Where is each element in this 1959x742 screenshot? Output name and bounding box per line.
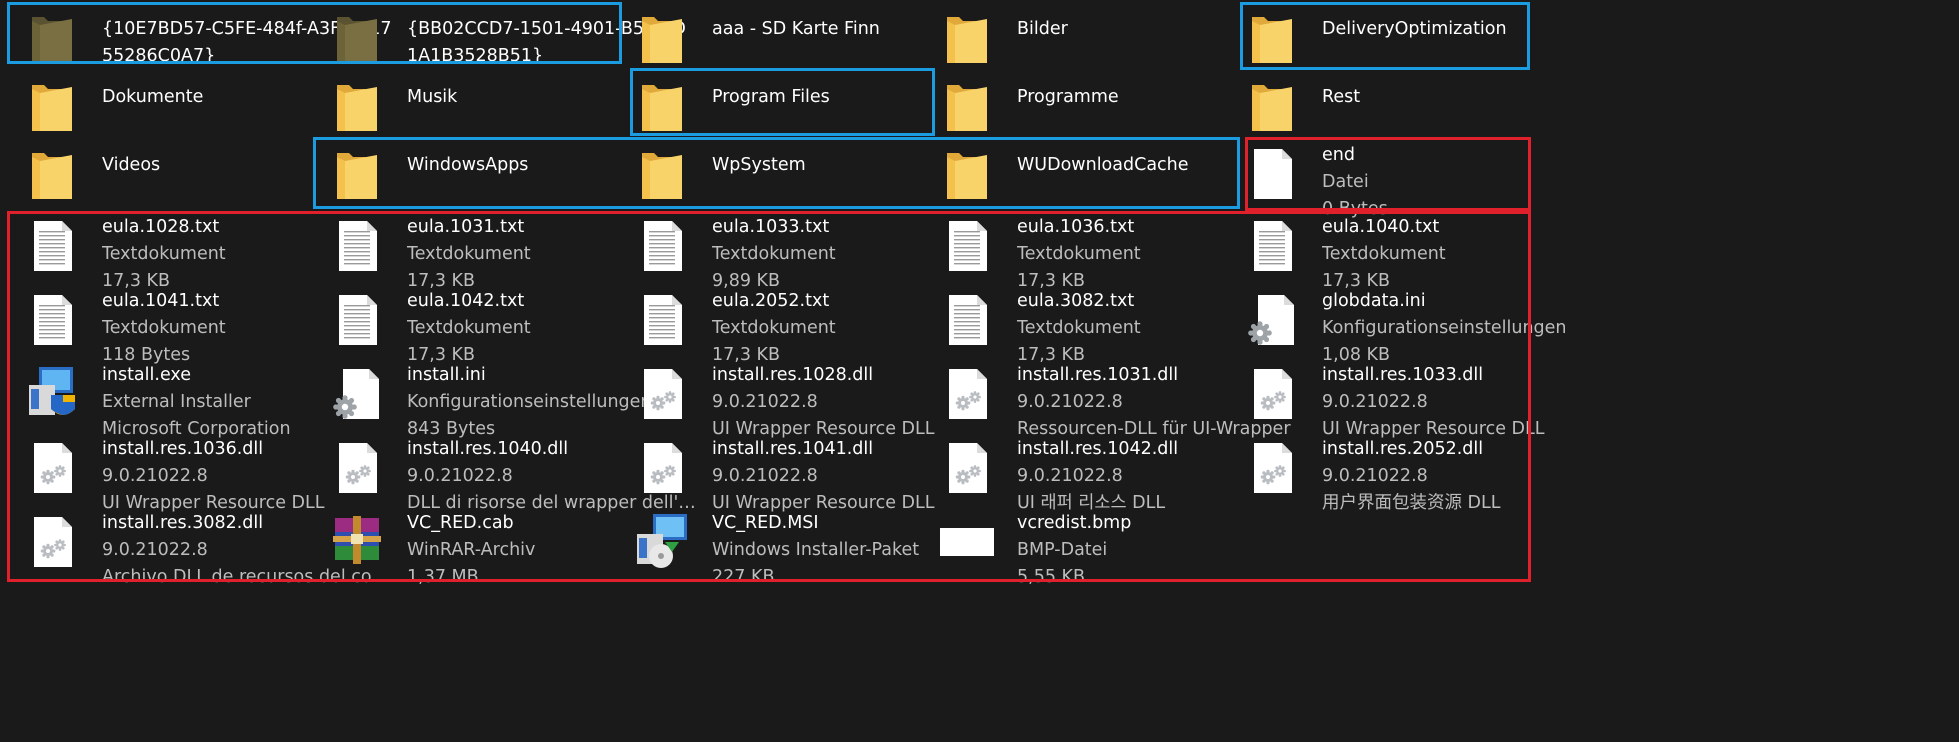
folder-item[interactable]: Rest [1240,74,1612,138]
item-details: Rest [1322,74,1612,111]
file-item[interactable]: install.res.1033.dll 9.0.21022.8 UI Wrappe… [1240,362,1612,443]
file-item[interactable]: end Datei 0 Bytes [1240,142,1612,223]
dll-file-icon [20,436,84,500]
dll-file-icon [935,436,999,500]
folder-plain-icon [325,142,389,206]
folder-plain-icon [1240,74,1304,138]
folder-plain-icon [935,142,999,206]
item-details: install.res.2052.dll 9.0.21022.8 用户界面包装资源 … [1322,436,1612,517]
item-name: eula.1040.txt [1322,217,1440,237]
text-file-icon [630,288,694,352]
folder-icon [1240,6,1304,70]
config-file-icon [325,362,389,426]
dll-file-icon [630,362,694,426]
installer-exe-icon [20,362,84,426]
item-details: vcredist.bmp BMP-Datei 5,55 KB [1017,510,1307,591]
folder-icon [630,142,694,206]
file-item[interactable]: globdata.ini Konfigurationseinstellungen 1… [1240,288,1612,369]
text-file-icon [325,288,389,352]
dll-file-icon [935,362,999,426]
folder-dark-icon [325,6,389,70]
folder-icon [630,6,694,70]
item-type: Konfigurationseinstellungen [1322,318,1567,338]
item-name: end [1322,145,1355,165]
file-item[interactable]: vcredist.bmp BMP-Datei 5,55 KB [935,510,1307,591]
text-file-icon [935,288,999,352]
folder-programs-icon [935,74,999,138]
folder-icon [935,6,999,70]
dll-file-icon [325,436,389,500]
config-file-icon [1240,288,1304,352]
item-type: 9.0.21022.8 [1322,466,1428,486]
blank-file-icon [1240,142,1304,206]
item-details: eula.1040.txt Textdokument 17,3 KB [1322,214,1612,295]
item-details: globdata.ini Konfigurationseinstellungen 1… [1322,288,1612,369]
winrar-archive-icon [325,510,389,574]
text-file-icon [1240,214,1304,278]
item-details: DeliveryOptimization [1322,6,1612,43]
file-item[interactable]: eula.1040.txt Textdokument 17,3 KB [1240,214,1612,295]
text-file-icon [630,214,694,278]
item-name: install.res.1033.dll [1322,365,1484,385]
text-file-icon [935,214,999,278]
folder-dark-icon [20,6,84,70]
item-type: BMP-Datei [1017,540,1108,560]
folder-icon [20,142,84,206]
item-name: DeliveryOptimization [1322,19,1507,39]
dll-file-icon [630,436,694,500]
folder-icon [630,74,694,138]
item-size: 5,55 KB [1017,567,1086,587]
dll-file-icon [1240,436,1304,500]
item-size: 用户界面包装资源 DLL [1322,493,1501,513]
item-details: install.res.1033.dll 9.0.21022.8 UI Wrappe… [1322,362,1612,443]
text-file-icon [20,288,84,352]
msi-installer-icon [630,510,694,574]
dll-file-icon [1240,362,1304,426]
dll-file-icon [20,510,84,574]
item-type: Datei [1322,172,1369,192]
text-file-icon [325,214,389,278]
folder-item[interactable]: DeliveryOptimization [1240,6,1612,70]
item-type: Textdokument [1322,244,1446,264]
item-type: 9.0.21022.8 [1322,392,1428,412]
folder-icon [20,74,84,138]
text-file-icon [20,214,84,278]
item-name: Rest [1322,87,1361,107]
bmp-image-icon [935,510,999,574]
folder-icon [325,74,389,138]
item-name: vcredist.bmp [1017,513,1132,533]
item-name: globdata.ini [1322,291,1426,311]
file-item[interactable]: install.res.2052.dll 9.0.21022.8 用户界面包装资源 … [1240,436,1612,517]
item-details: end Datei 0 Bytes [1322,142,1612,223]
item-name: install.res.2052.dll [1322,439,1484,459]
file-explorer-tile-view: {10E7BD57-C5FE-484f-A3F2-A1755286C0A7} {… [0,0,1959,742]
